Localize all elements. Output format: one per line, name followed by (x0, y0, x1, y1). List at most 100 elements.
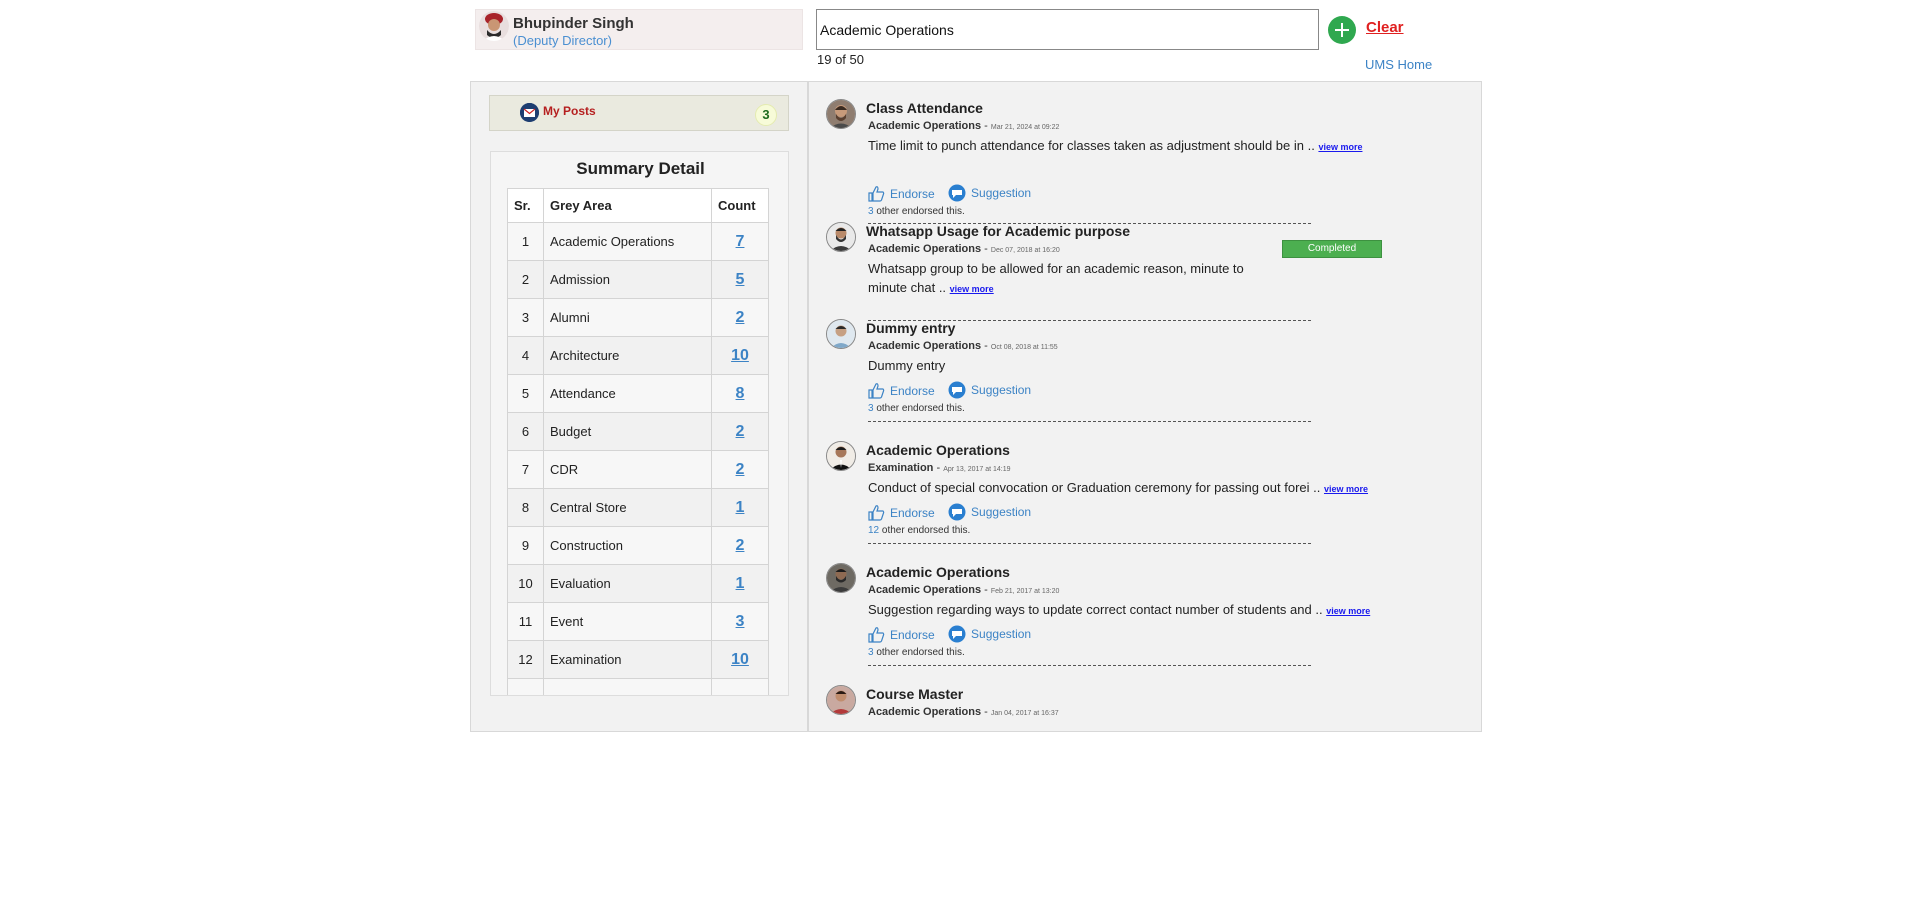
row-sr: 12 (507, 640, 544, 679)
row-count-cell: 1 (711, 564, 769, 603)
view-more-link[interactable]: view more (1318, 142, 1362, 152)
clear-link[interactable]: Clear (1366, 19, 1404, 36)
row-count-cell: 2 (711, 298, 769, 337)
endorse-label: Endorse (890, 627, 935, 642)
ums-home-link[interactable]: UMS Home (1365, 57, 1432, 72)
row-count-link[interactable]: 10 (731, 651, 749, 668)
post-title[interactable]: Academic Operations (866, 442, 1010, 458)
post-meta-separator: - (984, 340, 988, 352)
endorse-button[interactable]: Endorse (868, 185, 935, 202)
post-title[interactable]: Academic Operations (866, 564, 1010, 580)
left-panel: Summary Detail Sr. Grey Area Count 1 Acad… (470, 81, 808, 732)
suggestion-button[interactable]: Suggestion (948, 625, 1031, 643)
table-row: 7 CDR 2 (507, 450, 769, 489)
post-author-avatar (826, 222, 856, 252)
row-count-link[interactable]: 2 (736, 537, 745, 554)
table-row: 8 Central Store 1 (507, 488, 769, 527)
post-body: Dummy entry (868, 356, 945, 375)
endorse-button[interactable]: Endorse (868, 504, 935, 521)
endorse-text: other endorsed this. (876, 403, 965, 414)
suggestion-label: Suggestion (971, 383, 1032, 397)
row-count-link[interactable]: 7 (736, 233, 745, 250)
table-row: 12 Examination 10 (507, 640, 769, 679)
post-date: Apr 13, 2017 at 14:19 (943, 466, 1011, 473)
post-author-avatar (826, 563, 856, 593)
endorse-text: other endorsed this. (876, 206, 965, 217)
row-grey-area: Examination (543, 640, 712, 679)
row-count-cell: 10 (711, 640, 769, 679)
post-title[interactable]: Dummy entry (866, 320, 955, 336)
post-author-avatar (826, 319, 856, 349)
my-posts-link[interactable]: My Posts (543, 104, 596, 118)
add-post-button[interactable] (1328, 16, 1356, 44)
endorse-text: other endorsed this. (881, 525, 971, 536)
row-count-link[interactable]: 1 (736, 499, 745, 516)
post-title[interactable]: Course Master (866, 686, 963, 702)
thumbs-up-icon (868, 627, 885, 643)
endorse-text: other endorsed this. (876, 647, 965, 658)
row-grey-area: Construction (543, 526, 712, 565)
search-input[interactable] (816, 9, 1319, 50)
suggestion-button[interactable]: Suggestion (948, 184, 1031, 202)
post-body: Time limit to punch attendance for class… (868, 136, 1362, 157)
endorse-count[interactable]: 12 (868, 525, 879, 536)
endorse-button[interactable]: Endorse (868, 626, 935, 643)
row-grey-area: Evaluation (543, 564, 712, 603)
post-title[interactable]: Class Attendance (866, 100, 983, 116)
row-grey-area: Architecture (543, 336, 712, 375)
post-date: Dec 07, 2018 at 16:20 (990, 247, 1060, 254)
post-text: Whatsapp group to be allowed for an acad… (868, 261, 1244, 276)
post-author-avatar (826, 441, 856, 471)
row-count-link[interactable]: 2 (736, 423, 745, 440)
chat-bubble-icon (948, 184, 966, 202)
suggestion-label: Suggestion (971, 186, 1032, 200)
row-count-cell: 8 (711, 374, 769, 413)
post-divider (868, 421, 1311, 422)
view-more-link[interactable]: view more (1326, 606, 1370, 616)
row-sr: 6 (507, 412, 544, 451)
endorse-count[interactable]: 3 (868, 403, 874, 414)
suggestion-label: Suggestion (971, 505, 1032, 519)
post-meta: Examination - Apr 13, 2017 at 14:19 (868, 462, 1011, 474)
post-divider (868, 543, 1311, 544)
summary-title: Summary Detail (576, 159, 705, 178)
row-count-link[interactable]: 5 (736, 271, 745, 288)
endorse-count[interactable]: 3 (868, 206, 874, 217)
view-more-link[interactable]: view more (950, 284, 994, 294)
suggestion-button[interactable]: Suggestion (948, 381, 1031, 399)
post-actions: Endorse Suggestion (868, 184, 1031, 205)
row-count-link[interactable]: 10 (731, 347, 749, 364)
view-more-link[interactable]: view more (1324, 484, 1368, 494)
row-count-cell: 3 (711, 602, 769, 641)
thumbs-up-icon (868, 383, 885, 399)
table-row: 11 Event 3 (507, 602, 769, 641)
post-meta: Academic Operations - Oct 08, 2018 at 11… (868, 340, 1058, 352)
chat-bubble-icon (948, 381, 966, 399)
post-meta: Academic Operations - Jan 04, 2017 at 16… (868, 706, 1059, 718)
post-title[interactable]: Whatsapp Usage for Academic purpose (866, 223, 1130, 239)
endorse-count[interactable]: 3 (868, 647, 874, 658)
post-meta: Academic Operations - Dec 07, 2018 at 16… (868, 243, 1060, 255)
row-count-link[interactable]: 8 (736, 385, 745, 402)
row-count-link[interactable]: 2 (736, 309, 745, 326)
row-count-link[interactable]: 3 (736, 613, 745, 630)
suggestion-button[interactable]: Suggestion (948, 503, 1031, 521)
row-sr: 11 (507, 602, 544, 641)
user-role: (Deputy Director) (513, 33, 612, 48)
row-grey-area: Event (543, 602, 712, 641)
user-profile-box: Bhupinder Singh (Deputy Director) (475, 9, 803, 50)
post-meta-separator: - (984, 584, 988, 596)
row-count-link[interactable]: 1 (736, 575, 745, 592)
table-row: 10 Evaluation 1 (507, 564, 769, 603)
post-date: Jan 04, 2017 at 16:37 (990, 710, 1059, 717)
post-actions: Endorse Suggestion (868, 503, 1031, 524)
endorse-button[interactable]: Endorse (868, 382, 935, 399)
post-text: Conduct of special convocation or Gradua… (868, 480, 1321, 495)
endorse-summary: 3 other endorsed this. (868, 647, 965, 658)
post-actions: Endorse Suggestion (868, 625, 1031, 646)
mail-icon (520, 103, 539, 122)
post-text: Suggestion regarding ways to update corr… (868, 602, 1323, 617)
row-count-cell: 2 (711, 526, 769, 565)
row-count-link[interactable]: 2 (736, 461, 745, 478)
row-count-cell: 10 (711, 336, 769, 375)
